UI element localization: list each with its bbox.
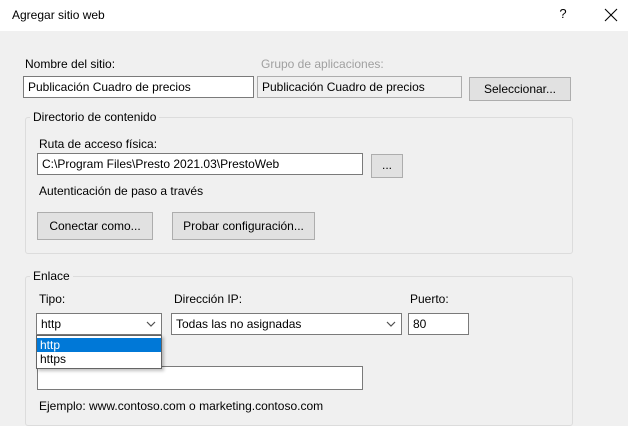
port-label: Puerto: [410,292,449,306]
content-directory-legend: Directorio de contenido [30,110,160,124]
hostname-input[interactable] [37,366,363,390]
close-icon [604,8,618,22]
site-name-label: Nombre del sitio: [25,57,116,71]
ip-address-label: Dirección IP: [174,292,243,306]
test-settings-button[interactable]: Probar configuración... [172,212,315,240]
binding-legend: Enlace [30,269,73,283]
type-option-http[interactable]: http [37,338,161,352]
help-button[interactable]: ? [554,6,572,24]
hostname-example-text: Ejemplo: www.contoso.com o marketing.con… [39,399,324,413]
ip-address-value: Todas las no asignadas [176,317,302,331]
ip-address-combobox[interactable]: Todas las no asignadas [171,313,402,335]
port-input[interactable]: 80 [408,313,469,335]
app-pool-field: Publicación Cuadro de precios [257,76,462,98]
physical-path-label: Ruta de acceso física: [39,137,158,151]
type-option-https[interactable]: https [37,352,161,366]
type-dropdown-list: http https [36,335,162,369]
physical-path-input[interactable]: C:\Program Files\Presto 2021.03\PrestoWe… [37,153,363,175]
app-pool-label: Grupo de aplicaciones: [261,57,384,71]
type-selected-value: http [41,317,62,331]
chevron-down-icon [386,321,396,327]
site-name-input[interactable]: Publicación Cuadro de precios [23,76,254,98]
type-label: Tipo: [39,292,66,306]
close-button[interactable] [598,2,624,28]
select-app-pool-button[interactable]: Seleccionar... [469,77,571,101]
connect-as-button[interactable]: Conectar como... [37,212,153,240]
browse-path-button[interactable]: ... [371,154,403,178]
chevron-down-icon [146,321,156,327]
dialog-title: Agregar sitio web [12,8,105,22]
passthrough-auth-label: Autenticación de paso a través [39,184,204,198]
type-combobox[interactable]: http [36,313,162,335]
